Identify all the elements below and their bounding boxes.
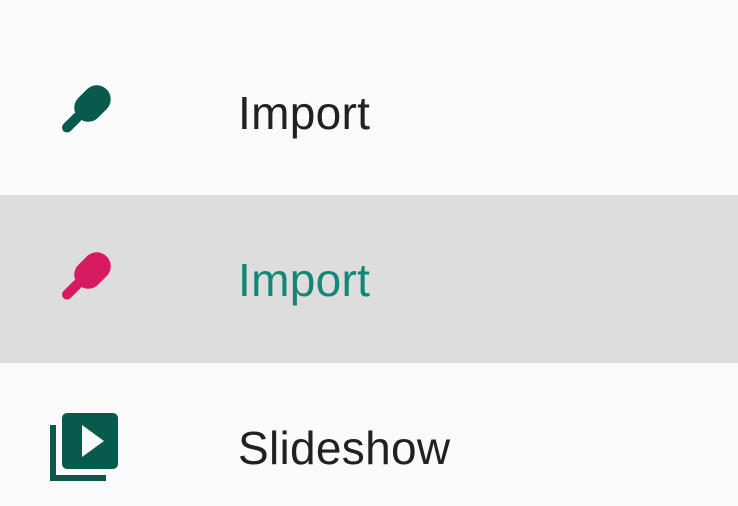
menu-item-label: Slideshow [238,422,451,474]
navigation-menu: Import Import Slideshow [0,0,738,506]
menu-item-slideshow[interactable]: Slideshow [0,363,738,506]
slideshow-icon [48,411,120,483]
menu-item-label: Import [238,87,371,139]
popsicle-icon [48,243,120,315]
menu-item-import-selected[interactable]: Import [0,195,738,363]
popsicle-icon [48,76,120,148]
menu-item-label: Import [238,254,371,306]
menu-item-import[interactable]: Import [0,28,738,196]
